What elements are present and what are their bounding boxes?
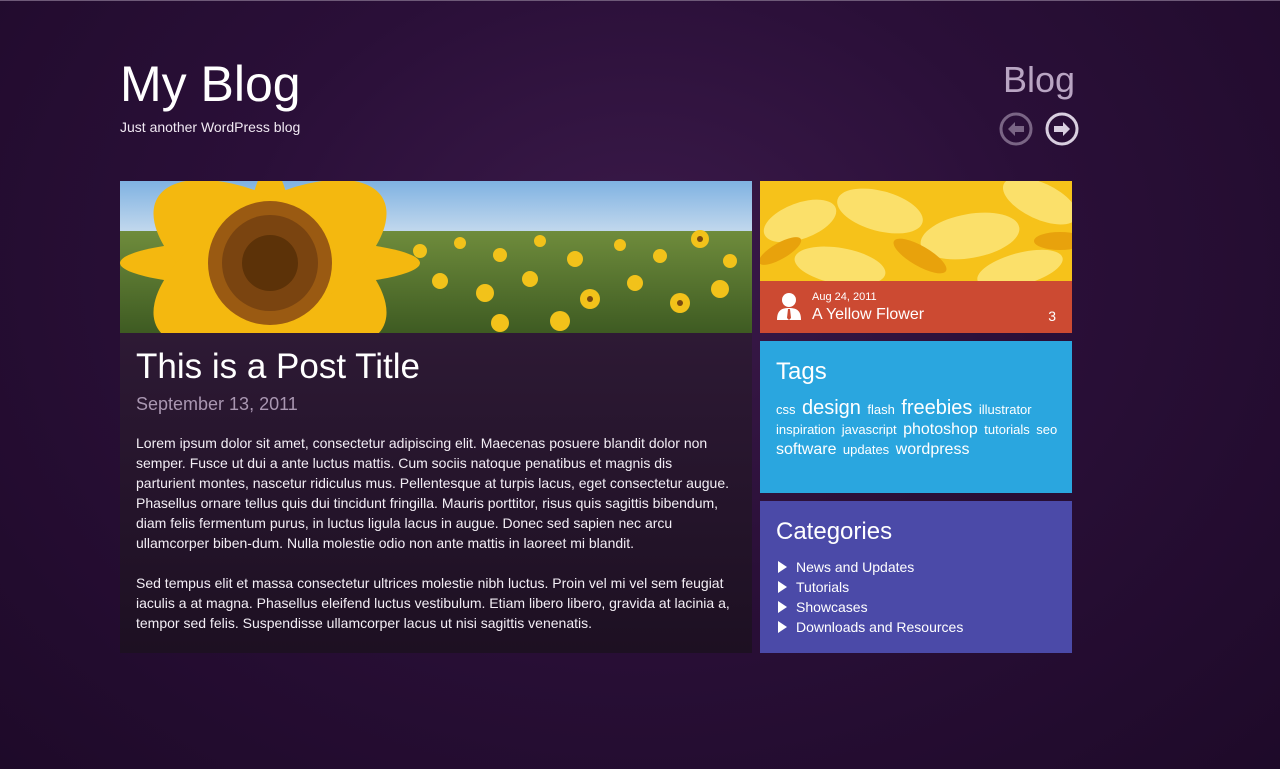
category-item[interactable]: Downloads and Resources — [778, 617, 963, 637]
tag-link[interactable]: photoshop — [903, 421, 978, 438]
prev-arrow-icon[interactable] — [999, 112, 1033, 146]
category-item[interactable]: Tutorials — [778, 577, 963, 597]
next-arrow-icon[interactable] — [1045, 112, 1079, 146]
triangle-right-icon — [778, 621, 787, 633]
tag-link[interactable]: javascript — [842, 422, 897, 437]
tags-heading: Tags — [776, 358, 827, 385]
post-paragraph: Lorem ipsum dolor sit amet, consectetur … — [136, 435, 729, 551]
categories-widget: Categories News and Updates Tutorials Sh… — [760, 501, 1072, 653]
tag-link[interactable]: design — [802, 397, 861, 419]
nav-arrows — [999, 112, 1079, 146]
featured-post-date: Aug 24, 2011 — [812, 291, 877, 303]
triangle-right-icon — [778, 561, 787, 573]
tag-link[interactable]: freebies — [901, 397, 972, 419]
featured-post-tile[interactable]: Aug 24, 2011 A Yellow Flower 3 — [760, 181, 1072, 333]
site-tagline: Just another WordPress blog — [120, 119, 301, 135]
featured-post-info: Aug 24, 2011 A Yellow Flower 3 — [760, 281, 1072, 333]
site-title[interactable]: My Blog — [120, 56, 301, 112]
tags-widget: Tags css design flash freebies illustrat… — [760, 341, 1072, 493]
featured-post-image[interactable] — [760, 181, 1072, 281]
triangle-right-icon — [778, 581, 787, 593]
post-featured-image[interactable] — [120, 181, 752, 333]
category-item[interactable]: Showcases — [778, 597, 963, 617]
top-divider — [0, 0, 1280, 1]
section-label: Blog — [1002, 59, 1075, 100]
category-label: Tutorials — [796, 579, 850, 595]
tag-link[interactable]: illustrator — [979, 402, 1032, 417]
featured-post-title[interactable]: A Yellow Flower — [812, 306, 924, 324]
category-label: Showcases — [796, 599, 868, 615]
post-paragraph: Sed tempus elit et massa consectetur ult… — [136, 575, 730, 631]
category-label: Downloads and Resources — [796, 619, 964, 635]
tag-link[interactable]: seo — [1036, 422, 1057, 437]
tag-link[interactable]: css — [776, 402, 796, 417]
tag-link[interactable]: flash — [867, 402, 894, 417]
category-label: News and Updates — [796, 559, 915, 575]
post-date: September 13, 2011 — [136, 394, 298, 414]
user-icon — [777, 293, 801, 320]
triangle-right-icon — [778, 601, 787, 613]
tag-link[interactable]: updates — [843, 442, 889, 457]
category-item[interactable]: News and Updates — [778, 557, 963, 577]
post-title[interactable]: This is a Post Title — [136, 345, 736, 389]
categories-heading: Categories — [776, 518, 893, 545]
tag-link[interactable]: tutorials — [984, 422, 1030, 437]
tag-link[interactable]: inspiration — [776, 422, 835, 437]
tag-link[interactable]: wordpress — [896, 441, 970, 458]
main-post: This is a Post Title September 13, 2011 … — [120, 181, 752, 653]
tag-cloud: css design flash freebies illustrator in… — [776, 398, 1066, 460]
category-list: News and Updates Tutorials Showcases Dow… — [778, 557, 963, 637]
tag-link[interactable]: software — [776, 441, 836, 458]
comment-count[interactable]: 3 — [1048, 308, 1056, 324]
